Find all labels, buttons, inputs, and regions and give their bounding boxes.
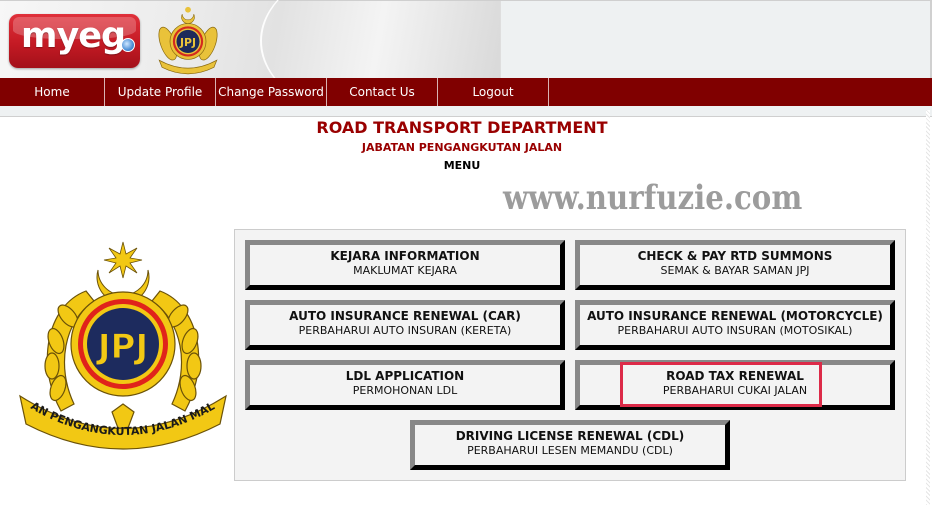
auto-insurance-motorcycle-button[interactable]: AUTO INSURANCE RENEWAL (MOTORCYCLE) PERB… <box>575 300 895 350</box>
nav-change-password[interactable]: Change Password <box>216 78 327 106</box>
myeg-logo[interactable]: myeg <box>9 14 140 68</box>
button-subtitle: PERBAHARUI AUTO INSURAN (MOTOSIKAL) <box>617 324 853 337</box>
button-title: DRIVING LICENSE RENEWAL (CDL) <box>455 429 685 443</box>
button-title: LDL APPLICATION <box>345 369 465 383</box>
emblem-monogram: JPJ <box>96 327 148 367</box>
button-subtitle: PERBAHARUI AUTO INSURAN (KERETA) <box>298 324 512 337</box>
nav-home[interactable]: Home <box>0 78 105 106</box>
svg-text:JPJ: JPJ <box>179 36 196 49</box>
button-title: AUTO INSURANCE RENEWAL (MOTORCYCLE) <box>587 309 883 323</box>
jpj-emblem-icon: JPJ <box>158 6 218 75</box>
button-subtitle: PERMOHONAN LDL <box>352 384 458 397</box>
kejara-information-button[interactable]: KEJARA INFORMATION MAKLUMAT KEJARA <box>245 240 565 290</box>
button-subtitle: PERBAHARUI LESEN MEMANDU (CDL) <box>467 444 673 457</box>
button-title: AUTO INSURANCE RENEWAL (CAR) <box>289 309 521 323</box>
menu-heading: MENU <box>443 159 481 172</box>
button-subtitle: MAKLUMAT KEJARA <box>353 264 457 277</box>
nav-update-profile[interactable]: Update Profile <box>105 78 216 106</box>
nav-filler <box>549 78 932 106</box>
button-title: KEJARA INFORMATION <box>330 249 480 263</box>
button-title: CHECK & PAY RTD SUMMONS <box>637 249 833 263</box>
button-subtitle: PERBAHARUI CUKAI JALAN <box>662 384 808 397</box>
check-pay-summons-button[interactable]: CHECK & PAY RTD SUMMONS SEMAK & BAYAR SA… <box>575 240 895 290</box>
road-tax-renewal-button[interactable]: ROAD TAX RENEWAL PERBAHARUI CUKAI JALAN <box>575 360 895 410</box>
nav-logout[interactable]: Logout <box>438 78 549 106</box>
watermark-text: www.nurfuzie.com <box>503 178 803 218</box>
nav-substrip <box>0 106 932 117</box>
driving-license-renewal-button[interactable]: DRIVING LICENSE RENEWAL (CDL) PERBAHARUI… <box>410 420 730 470</box>
main-nav: Home Update Profile Change Password Cont… <box>0 78 932 106</box>
nav-contact-us[interactable]: Contact Us <box>327 78 438 106</box>
site-header: myeg JPJ <box>0 0 932 121</box>
auto-insurance-car-button[interactable]: AUTO INSURANCE RENEWAL (CAR) PERBAHARUI … <box>245 300 565 350</box>
globe-icon <box>121 38 135 52</box>
button-subtitle: SEMAK & BAYAR SAMAN JPJ <box>660 264 810 277</box>
page-subtitle: JABATAN PENGANGKUTAN JALAN <box>361 141 563 154</box>
ldl-application-button[interactable]: LDL APPLICATION PERMOHONAN LDL <box>245 360 565 410</box>
page-scroll-edge <box>926 110 930 505</box>
page-title: ROAD TRANSPORT DEPARTMENT <box>316 118 608 137</box>
jpj-large-emblem-icon: JPJ JABATAN PENGANGKUTAN JALAN MALAYSIA <box>16 236 227 450</box>
button-title: ROAD TAX RENEWAL <box>666 369 804 383</box>
myeg-logo-text: myeg <box>21 16 126 56</box>
